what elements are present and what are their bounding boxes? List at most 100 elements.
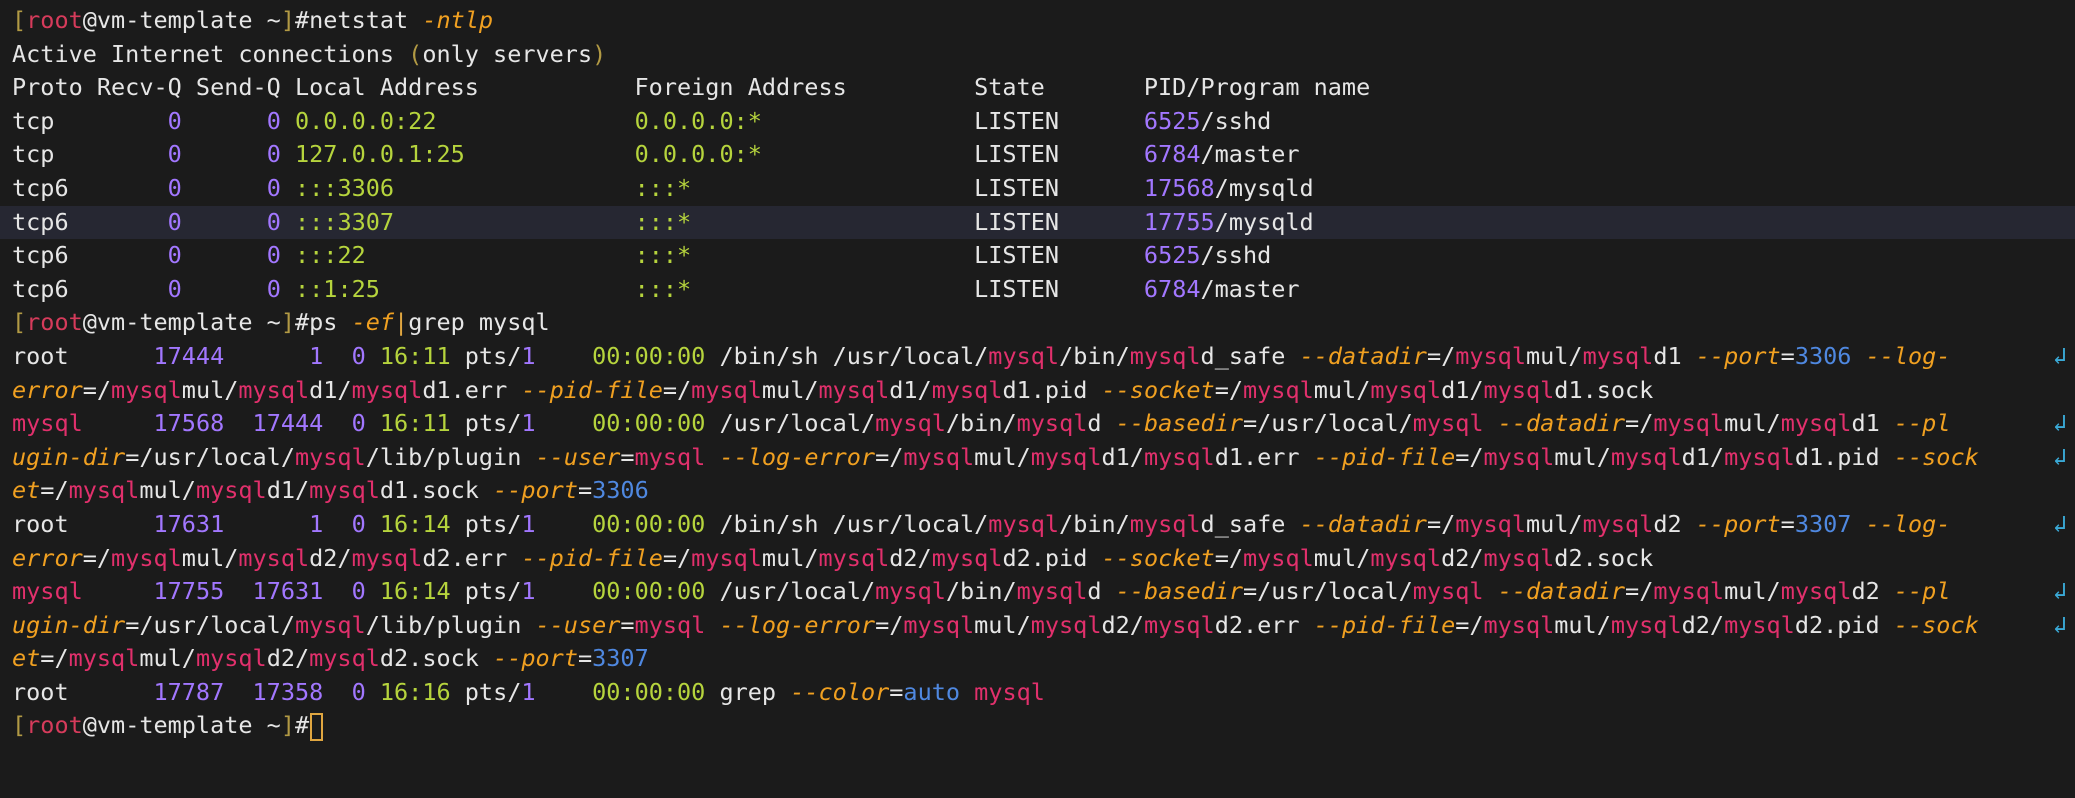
terminal-line: tcp 0 0 127.0.0.1:25 0.0.0.0:* LISTEN 67… — [0, 138, 2075, 172]
terminal-text: --basedir — [1115, 409, 1244, 438]
terminal-text: mul/ — [139, 476, 196, 505]
terminal-text: mysql — [634, 442, 706, 471]
terminal-line: et=/mysqlmul/mysqld1/mysqld1.sock --port… — [0, 474, 2075, 508]
terminal-text: mysql — [974, 677, 1045, 706]
terminal-text: --log- — [1865, 341, 1951, 370]
terminal-text: :::22 — [295, 241, 366, 270]
terminal-text: 17444 — [153, 341, 225, 370]
terminal-text: d2/ — [1441, 543, 1484, 572]
text-cursor[interactable] — [310, 712, 324, 741]
terminal-text: mysql — [1483, 543, 1555, 572]
terminal-text: 3306 — [1794, 341, 1852, 370]
terminal-text: mul/ — [1724, 409, 1781, 438]
terminal-text: 3307 — [1794, 509, 1852, 538]
terminal-text: /lib/plugin — [365, 442, 536, 471]
terminal-text: d1 — [1851, 409, 1894, 438]
terminal-text: = — [1780, 509, 1795, 538]
terminal-text: --socket — [1101, 543, 1215, 572]
terminal-text: mysql — [1483, 442, 1555, 471]
terminal-text: /bin/sh /usr/local/ — [705, 341, 989, 370]
terminal-text: mul/ — [1313, 543, 1371, 572]
terminal-text: auto — [903, 677, 961, 706]
terminal-text: =/ — [875, 442, 904, 471]
terminal-text: 1 — [309, 509, 324, 538]
terminal-text: mysql — [691, 543, 762, 572]
terminal-text: 17755 — [153, 577, 225, 606]
terminal-text: ugin-dir — [12, 610, 126, 639]
terminal-text: :::* — [634, 274, 692, 303]
terminal-window[interactable]: [root@vm-template ~]#netstat -ntlp Active… — [0, 0, 2075, 798]
terminal-text: /mysqld — [1214, 173, 1314, 202]
terminal-text: d1/ — [1441, 375, 1484, 404]
terminal-text: 17358 — [252, 677, 324, 706]
terminal-text: mul/ — [139, 644, 196, 673]
terminal-text: 3307 — [592, 644, 649, 673]
terminal-text: mysql — [1243, 375, 1314, 404]
terminal-text: d1/ — [1101, 442, 1144, 471]
terminal-text: # — [294, 711, 310, 740]
terminal-line: [root@vm-template ~]#ps -ef|grep mysql — [0, 306, 2075, 340]
terminal-text: d2.pid — [1794, 610, 1894, 639]
terminal-text: mysql — [1030, 610, 1102, 639]
terminal-text: d2 — [1653, 509, 1696, 538]
terminal-text: mysql — [238, 375, 310, 404]
terminal-text: root — [12, 341, 154, 370]
terminal-text: mysql — [875, 577, 946, 606]
terminal-text: =/ — [40, 476, 69, 505]
terminal-text: --port — [493, 644, 578, 673]
terminal-line: Proto Recv-Q Send-Q Local Address Foreig… — [0, 71, 2075, 105]
terminal-text: pts/ — [450, 677, 522, 706]
terminal-text: tcp6 — [12, 207, 168, 236]
terminal-text: 0 — [351, 341, 366, 370]
terminal-text: =/ — [1214, 375, 1243, 404]
terminal-text: mul/ — [181, 375, 239, 404]
terminal-text: --datadir — [1299, 341, 1427, 370]
terminal-text: mysql — [309, 476, 380, 505]
terminal-line: mysql 17568 17444 0 16:11 pts/1 00:00:00… — [0, 407, 2075, 441]
terminal-text: :::* — [634, 207, 692, 236]
terminal-text: d1/ — [889, 375, 932, 404]
terminal-text: ) — [592, 39, 607, 68]
terminal-line: tcp6 0 0 :::3307 :::* LISTEN 17755/mysql… — [0, 205, 2075, 240]
terminal-text: tcp6 — [12, 241, 168, 270]
terminal-text: mysql — [988, 341, 1060, 370]
terminal-text: mysql — [1483, 375, 1555, 404]
terminal-text: LISTEN — [691, 274, 1144, 303]
terminal-line: tcp6 0 0 :::22 :::* LISTEN 6525/sshd — [0, 239, 2075, 273]
terminal-text: --pid-file — [1313, 442, 1456, 471]
terminal-line: root 17787 17358 0 16:16 pts/1 00:00:00 … — [0, 676, 2075, 710]
terminal-text: [ — [12, 6, 27, 34]
terminal-text: 0.0.0.0:22 — [295, 106, 437, 135]
terminal-text: mul/ — [181, 543, 239, 572]
terminal-text: 3306 — [592, 476, 649, 505]
terminal-text: 16:14 — [379, 509, 451, 538]
terminal-text: only servers — [422, 39, 593, 68]
terminal-text: d1/ — [1681, 442, 1725, 471]
terminal-text: mysql — [903, 442, 975, 471]
terminal-text: d2.pid — [1002, 543, 1102, 572]
terminal-text: 1 — [521, 341, 536, 370]
terminal-text: =/ — [875, 610, 904, 639]
terminal-text: mysql — [818, 375, 890, 404]
terminal-text: =/usr/local/ — [125, 610, 295, 639]
terminal-text: :::3306 — [295, 173, 395, 202]
terminal-text: =/ — [1455, 610, 1484, 639]
terminal-text: et — [12, 644, 41, 673]
line-wrap-icon: ↲ — [2052, 509, 2067, 538]
terminal-text: --pid-file — [1313, 610, 1456, 639]
terminal-text: /bin/ — [1059, 509, 1130, 538]
